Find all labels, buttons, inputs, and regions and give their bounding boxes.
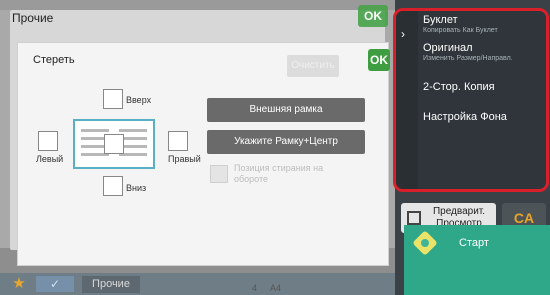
start-icon	[412, 230, 438, 256]
start-button[interactable]: Старт	[404, 225, 550, 295]
back-position-checkbox[interactable]	[210, 165, 228, 183]
top-checkbox[interactable]	[103, 89, 123, 109]
menu-item-original[interactable]: Оригинал Изменить Размер/Направл.	[423, 42, 546, 62]
menu-item-duplex[interactable]: 2-Стор. Копия	[423, 81, 546, 93]
menu-item-label: 2-Стор. Копия	[423, 81, 495, 93]
chevron-right-icon: ›	[401, 27, 405, 41]
erase-ok-button[interactable]: OK	[368, 49, 390, 71]
menu-item-sublabel: Изменить Размер/Направл.	[423, 55, 513, 62]
frame-center-button[interactable]: Укажите Рамку+Центр	[207, 130, 365, 154]
back-position-label: Позиция стирания на обороте	[234, 163, 324, 184]
paper-size: A4	[270, 283, 282, 293]
prochie-ok-button[interactable]: OK	[358, 5, 388, 27]
outer-frame-button[interactable]: Внешняя рамка	[207, 98, 365, 122]
start-label: Старт	[459, 237, 489, 249]
check-icon[interactable]: ✓	[36, 276, 74, 292]
left-label: Левый	[36, 154, 64, 164]
bottom-label: Вниз	[126, 183, 147, 193]
left-checkbox[interactable]	[38, 131, 58, 151]
erase-dialog: Стереть Очистить Вверх Левый Правый Вниз…	[17, 42, 389, 266]
star-icon[interactable]: ★	[6, 276, 32, 292]
background-topbar	[0, 0, 395, 10]
paper-info: 4 A4	[252, 275, 328, 293]
menu-item-sublabel: Копировать Как Буклет	[423, 27, 498, 34]
erase-dialog-title: Стереть	[33, 54, 75, 66]
menu-item-booklet[interactable]: Буклет Копировать Как Буклет	[423, 14, 546, 34]
menu-item-label: Настройка Фона	[423, 111, 507, 123]
menu-item-background[interactable]: Настройка Фона	[423, 111, 546, 123]
bottom-checkbox[interactable]	[103, 176, 123, 196]
menu-item-label: Оригинал	[423, 42, 473, 54]
paper-count: 4	[252, 283, 258, 293]
clear-button[interactable]: Очистить	[287, 55, 339, 77]
right-checkbox[interactable]	[168, 131, 188, 151]
taskbar-tab-prochie[interactable]: Прочие	[82, 276, 140, 293]
preview-icon	[407, 211, 421, 225]
function-menu: › Буклет Копировать Как Буклет Оригинал …	[393, 8, 549, 192]
right-label: Правый	[168, 154, 201, 164]
top-label: Вверх	[126, 95, 152, 105]
center-checkbox[interactable]	[104, 134, 124, 154]
prochie-dialog-title: Прочие	[12, 11, 54, 25]
menu-item-label: Буклет	[423, 14, 458, 26]
menu-collapse-handle[interactable]: ›	[396, 11, 418, 189]
